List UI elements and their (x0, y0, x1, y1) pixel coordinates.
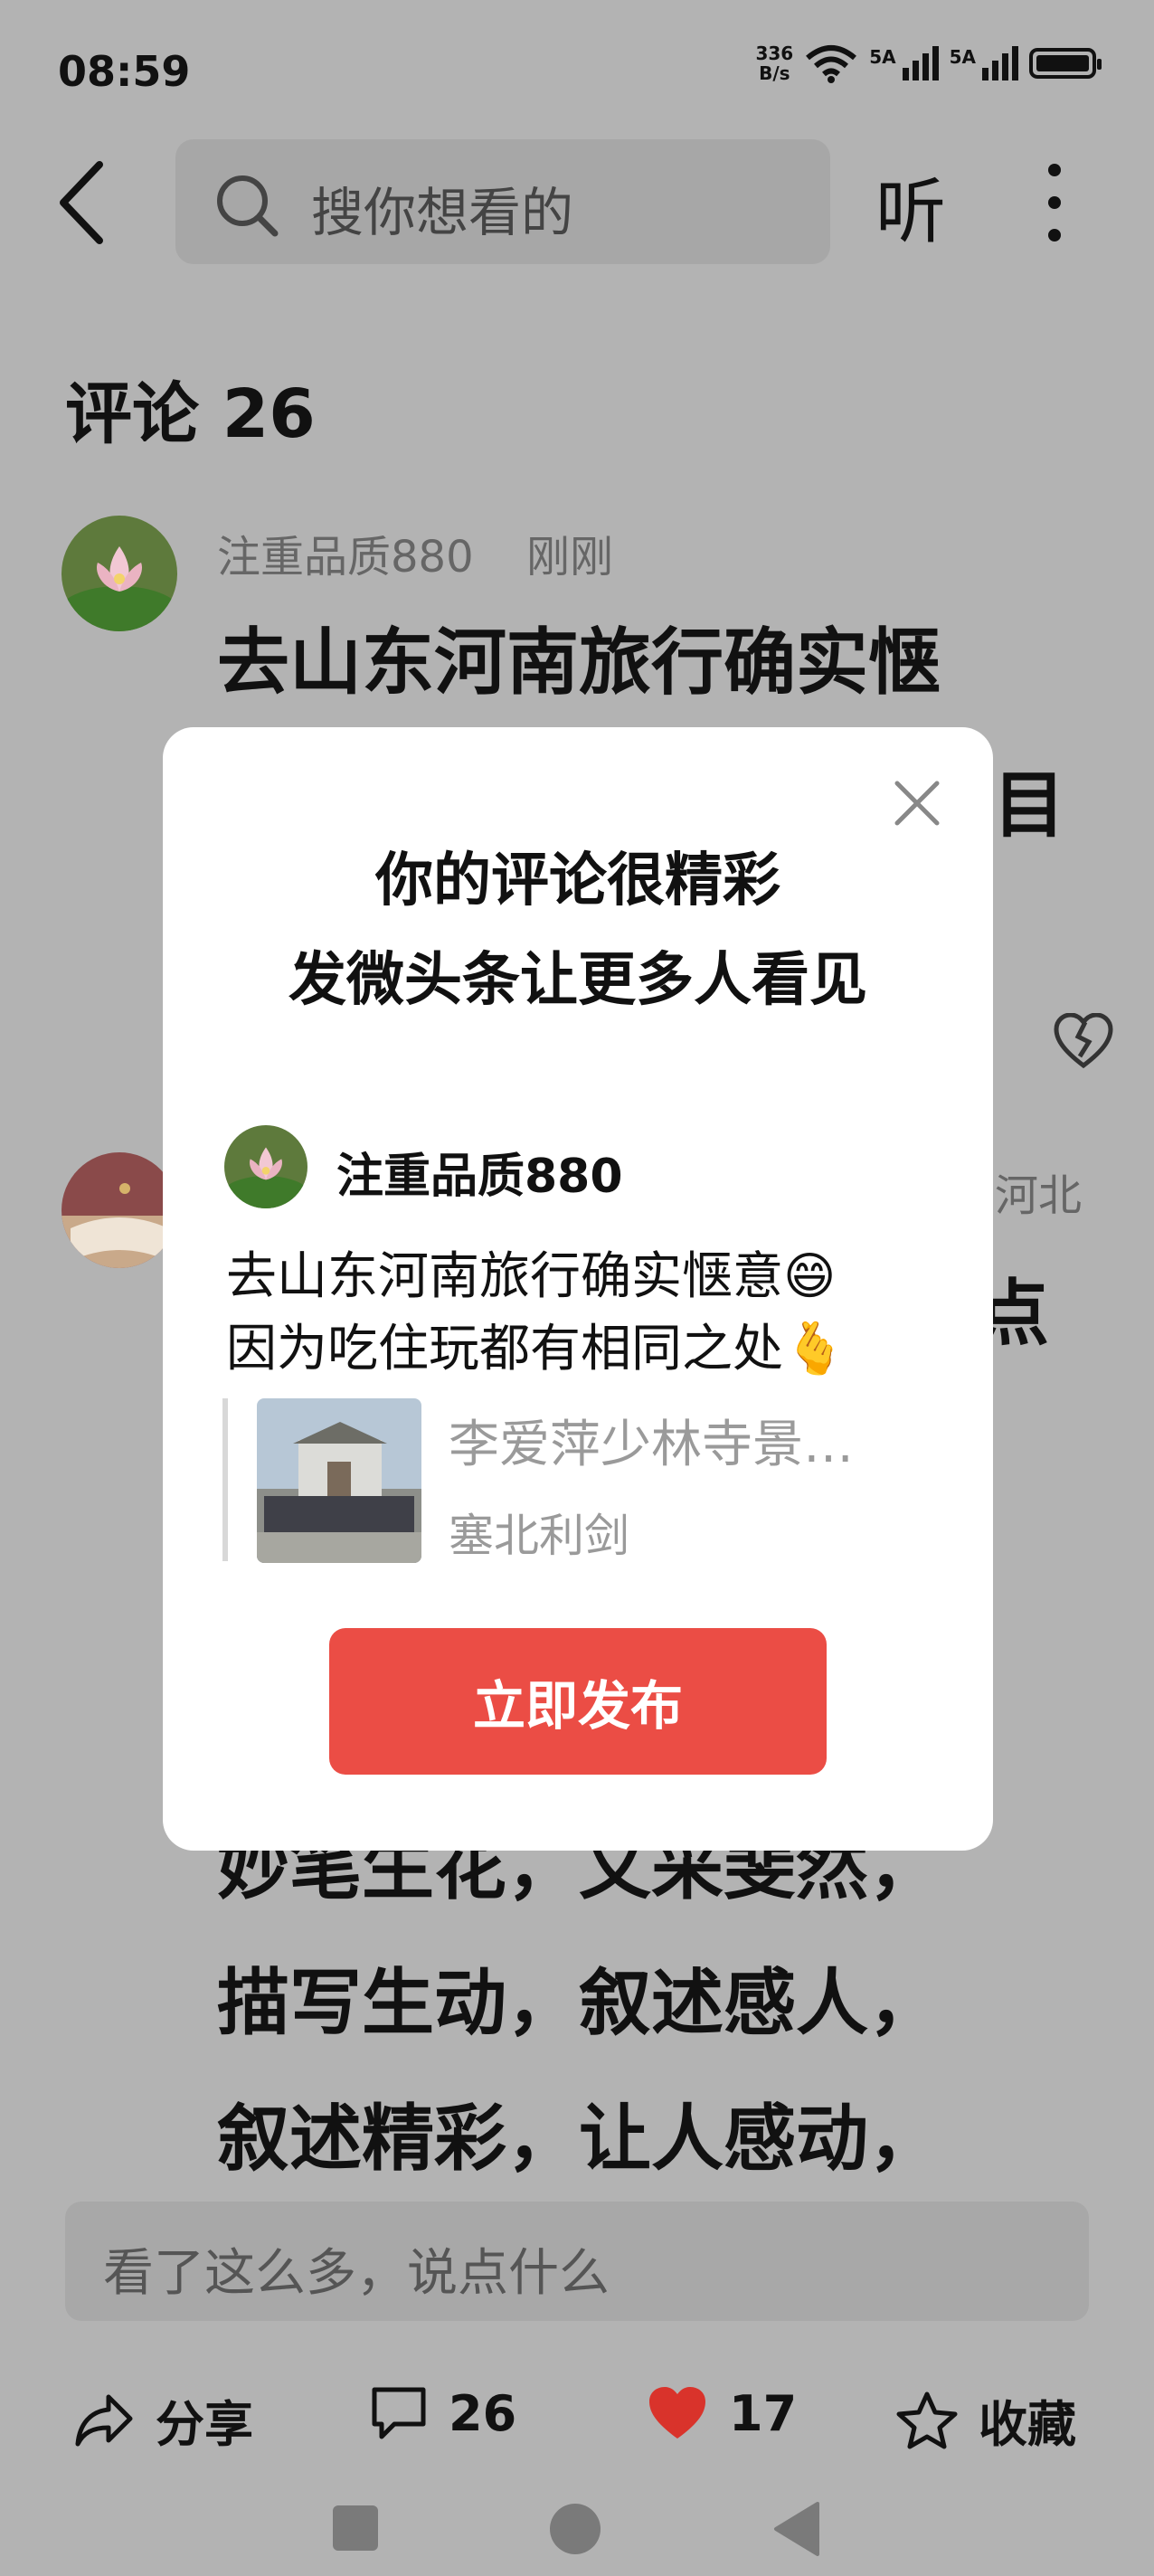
network-speed-value: 336 (755, 43, 794, 64)
quote-title: 李爱萍少林寺景… (449, 1416, 854, 1474)
comment-count: 26 (449, 2384, 517, 2442)
wifi-icon (806, 45, 857, 83)
avatar[interactable] (61, 516, 177, 631)
comment-count-button[interactable]: 26 (369, 2384, 516, 2442)
network-speed-unit: B/s (759, 62, 790, 84)
status-time: 08:59 (58, 47, 191, 96)
like-button[interactable]: 17 (646, 2384, 797, 2442)
quote-author: 塞北利剑 (449, 1510, 629, 1562)
comment-time: 刚刚 (526, 532, 614, 582)
dialog-username: 注重品质880 (336, 1150, 623, 1204)
group-photo-image (257, 1398, 421, 1563)
dialog-title-line2: 发微头条让更多人看见 (288, 947, 867, 1014)
quote-divider (222, 1398, 228, 1561)
comment-text-line: 去山东河南旅行确实惬 (217, 620, 941, 705)
share-icon (75, 2394, 133, 2446)
book-avatar-image (61, 1152, 177, 1268)
signal-icon-sim2: 5A (950, 46, 1018, 80)
close-icon[interactable] (894, 780, 941, 827)
quote-thumbnail (257, 1398, 421, 1563)
heart-icon (649, 2387, 705, 2439)
comment-text-line: 叙述精彩，让人感动， (217, 2097, 941, 2181)
lotus-avatar-image (61, 516, 177, 631)
favorite-button[interactable]: 收藏 (895, 2384, 1076, 2456)
comment-username[interactable]: 注重品质880 (217, 521, 474, 584)
back-nav-icon[interactable] (771, 2500, 823, 2558)
comment-text-tail: 目 (993, 763, 1065, 848)
share-label: 分享 (156, 2396, 253, 2453)
sim2-label: 5A (949, 46, 976, 68)
comments-title: 评论 26 (65, 375, 316, 453)
share-button[interactable]: 分享 (72, 2384, 253, 2456)
listen-button[interactable]: 听 (875, 156, 946, 257)
dialog-body-line2: 因为吃住玩都有相同之处🫰 (226, 1320, 847, 1378)
home-icon[interactable] (546, 2500, 604, 2558)
comment-text-line: 描写生动，叙述感人， (217, 1961, 941, 2045)
avatar[interactable] (61, 1152, 177, 1268)
network-speed: 336 B/s (755, 43, 793, 83)
search-icon (217, 175, 279, 237)
more-options-icon[interactable] (1038, 159, 1071, 246)
signal-icon-sim1: 5A (869, 46, 939, 80)
status-icons: 336 B/s 5A 5A (755, 43, 1102, 83)
dislike-icon[interactable] (1053, 1013, 1114, 1069)
dialog-body-line1: 去山东河南旅行确实惬意😄 (226, 1247, 837, 1306)
avatar (224, 1125, 307, 1208)
favorite-label: 收藏 (979, 2396, 1076, 2453)
battery-icon (1029, 48, 1102, 79)
back-icon[interactable] (54, 159, 109, 246)
lotus-avatar-image (224, 1125, 307, 1208)
like-count: 17 (729, 2384, 798, 2442)
comment-icon (372, 2387, 426, 2439)
star-icon (896, 2391, 958, 2448)
sim1-label: 5A (869, 46, 896, 68)
search-placeholder: 搜你想看的 (311, 182, 574, 243)
publish-button[interactable]: 立即发布 (329, 1628, 827, 1775)
dialog-title-line1: 你的评论很精彩 (375, 848, 780, 914)
comment-input-placeholder: 看了这么多，说点什么 (103, 2244, 610, 2303)
recent-apps-icon[interactable] (329, 2502, 382, 2554)
comment-location: 河北 (995, 1170, 1083, 1221)
